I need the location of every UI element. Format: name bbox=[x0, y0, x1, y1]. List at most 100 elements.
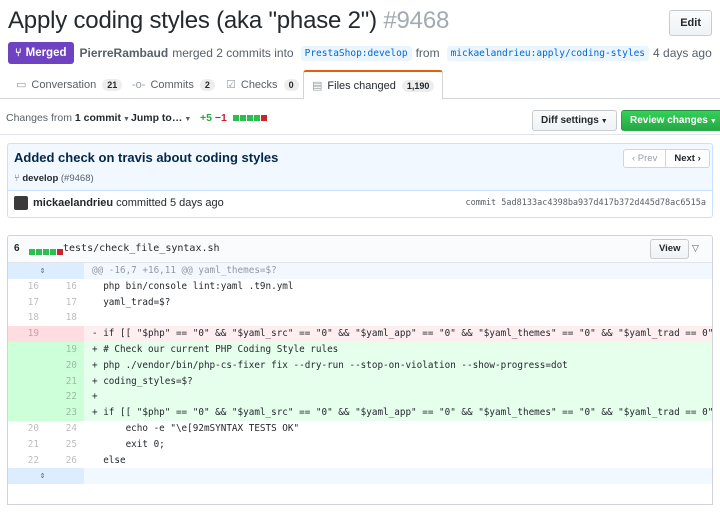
tab-label: Conversation bbox=[31, 78, 97, 91]
deletions-count: −1 bbox=[214, 112, 227, 124]
merged-text: merged 2 commits into bbox=[172, 46, 294, 60]
author-link[interactable]: PierreRambaud bbox=[80, 46, 169, 60]
old-line-number[interactable] bbox=[8, 357, 46, 374]
tab-commits[interactable]: -o- Commits 2 bbox=[124, 70, 223, 99]
old-line-number[interactable]: 20 bbox=[8, 421, 46, 437]
avatar[interactable] bbox=[14, 196, 28, 210]
diff-settings-button[interactable]: Diff settings ▼ bbox=[532, 110, 617, 131]
tab-counter: 1,190 bbox=[401, 79, 435, 92]
commit-pager: ‹ Prev Next › bbox=[623, 149, 710, 168]
commit-sha[interactable]: commit 5ad8133ac4398ba937d417b372d445d78… bbox=[465, 198, 706, 208]
old-line-number[interactable]: 21 bbox=[8, 437, 46, 453]
old-line-number[interactable]: 16 bbox=[8, 279, 46, 295]
diff-line: 21 25 exit 0; bbox=[8, 437, 712, 453]
new-line-number[interactable]: 17 bbox=[46, 295, 84, 311]
tab-checks[interactable]: ☑ Checks 0 bbox=[218, 70, 307, 99]
edit-button[interactable]: Edit bbox=[669, 10, 712, 36]
new-line-number[interactable]: 16 bbox=[46, 279, 84, 295]
commit-title[interactable]: Added check on travis about coding style… bbox=[14, 150, 278, 165]
expand-icon[interactable]: ⇕ bbox=[8, 468, 84, 485]
changes-from-value: 1 commit bbox=[74, 112, 121, 124]
diff-hunk-row: ⇕ @@ -16,7 +16,11 @@ yaml_themes=$? bbox=[8, 263, 712, 279]
tab-files-changed[interactable]: ▤ Files changed 1,190 bbox=[303, 70, 444, 100]
file-diff: 6 tests/check_file_syntax.sh View ▽ ⇕ @@ … bbox=[7, 235, 713, 505]
hunk-header: @@ -16,7 +16,11 @@ yaml_themes=$? bbox=[84, 263, 712, 279]
code-line: yaml_trad=$? bbox=[92, 296, 171, 308]
new-line-number[interactable]: 18 bbox=[46, 310, 84, 326]
file-path[interactable]: tests/check_file_syntax.sh bbox=[63, 243, 220, 254]
old-line-number[interactable]: 17 bbox=[8, 295, 46, 311]
next-button[interactable]: Next › bbox=[666, 149, 710, 168]
code-line: php bin/console lint:yaml .t9n.yml bbox=[92, 280, 294, 292]
code-line: exit 0; bbox=[92, 438, 165, 450]
code-line: echo -e "\e[92mSYNTAX TESTS OK" bbox=[92, 422, 300, 434]
diff-line: 21 + coding_styles=$? bbox=[8, 373, 712, 390]
pr-title-text: Apply coding styles (aka "phase 2") bbox=[8, 7, 377, 34]
old-line-number[interactable] bbox=[8, 405, 46, 421]
view-file-button[interactable]: View bbox=[650, 239, 690, 259]
commit-author-name[interactable]: mickaelandrieu bbox=[33, 197, 113, 209]
tab-label: Commits bbox=[150, 78, 194, 91]
commit-author: mickaelandrieu committed 5 days ago bbox=[33, 197, 224, 209]
base-branch[interactable]: PrestaShop:develop bbox=[300, 45, 412, 61]
diff-line: 23 + if [[ "$php" == "0" && "$yaml_src" =… bbox=[8, 405, 712, 421]
code-line: + bbox=[84, 389, 712, 406]
new-line-number[interactable] bbox=[46, 326, 84, 342]
old-line-number[interactable] bbox=[8, 389, 46, 406]
diff-line: 19 + # Check our current PHP Coding Style… bbox=[8, 341, 712, 358]
new-line-number[interactable]: 20 bbox=[46, 357, 84, 374]
code-line: + # Check our current PHP Coding Style r… bbox=[84, 341, 712, 358]
old-line-number[interactable] bbox=[8, 341, 46, 358]
merged-time: 4 days ago bbox=[653, 46, 712, 60]
old-line-number[interactable] bbox=[8, 373, 46, 390]
comment-icon: ▭ bbox=[16, 79, 27, 91]
file-diff-icon: ▤ bbox=[312, 80, 323, 92]
pr-header: Apply coding styles (aka "phase 2") #946… bbox=[8, 6, 712, 66]
diff-line: 18 18 bbox=[8, 310, 712, 326]
diff-line: 16 16 php bin/console lint:yaml .t9n.yml bbox=[8, 279, 712, 295]
file-header: 6 tests/check_file_syntax.sh View ▽ bbox=[8, 236, 712, 263]
old-line-number[interactable]: 18 bbox=[8, 310, 46, 326]
checklist-icon: ☑ bbox=[226, 79, 236, 91]
new-line-number[interactable]: 26 bbox=[46, 453, 84, 469]
toolbar-diffstat: +5 −1 bbox=[200, 112, 268, 124]
diff-line: 19 - if [[ "$php" == "0" && "$yaml_src" =… bbox=[8, 326, 712, 342]
tab-counter: 0 bbox=[283, 78, 299, 91]
prev-button[interactable]: ‹ Prev bbox=[623, 149, 667, 168]
tab-label: Files changed bbox=[327, 79, 396, 92]
review-changes-button[interactable]: Review changes ▼ bbox=[621, 110, 720, 131]
commit-branch: ⑂ develop (#9468) bbox=[14, 173, 94, 184]
diff-hunk-row: ⇕ bbox=[8, 468, 712, 485]
new-line-number[interactable]: 25 bbox=[46, 437, 84, 453]
old-line-number[interactable]: 22 bbox=[8, 453, 46, 469]
head-branch[interactable]: mickaelandrieu:apply/coding-styles bbox=[446, 45, 650, 61]
jump-to-dropdown[interactable]: Jump to… ▼ bbox=[131, 112, 191, 124]
old-line-number[interactable]: 19 bbox=[8, 326, 46, 342]
commit-branch-name[interactable]: develop bbox=[22, 173, 58, 184]
diff-line: 22 + bbox=[8, 389, 712, 406]
tab-conversation[interactable]: ▭ Conversation 21 bbox=[8, 70, 130, 99]
diff-settings-label: Diff settings bbox=[541, 115, 599, 126]
expand-icon[interactable]: ⇕ bbox=[8, 263, 84, 279]
tab-counter: 21 bbox=[102, 78, 123, 91]
commit-meta: mickaelandrieu committed 5 days ago comm… bbox=[7, 190, 713, 218]
commit-icon: -o- bbox=[132, 78, 146, 91]
diff-line: 20 24 echo -e "\e[92mSYNTAX TESTS OK" bbox=[8, 421, 712, 437]
changes-from-prefix: Changes from bbox=[6, 112, 72, 124]
hunk-header bbox=[84, 468, 712, 485]
commit-pr-ref[interactable]: (#9468) bbox=[61, 173, 94, 184]
changes-from-dropdown[interactable]: Changes from 1 commit ▼ bbox=[6, 112, 130, 124]
new-line-number[interactable]: 23 bbox=[46, 405, 84, 421]
new-line-number[interactable]: 19 bbox=[46, 341, 84, 358]
diff-line: 22 26 else bbox=[8, 453, 712, 469]
additions-count: +5 bbox=[200, 112, 212, 124]
code-line: - if [[ "$php" == "0" && "$yaml_src" == … bbox=[84, 326, 712, 342]
file-change-count: 6 bbox=[14, 243, 20, 254]
diff-line: 17 17 yaml_trad=$? bbox=[8, 295, 712, 311]
status-badge: ⑂ Merged bbox=[8, 42, 74, 64]
merge-icon: ⑂ bbox=[15, 47, 22, 59]
chevron-down-icon[interactable]: ▽ bbox=[692, 243, 699, 254]
new-line-number[interactable]: 21 bbox=[46, 373, 84, 390]
new-line-number[interactable]: 24 bbox=[46, 421, 84, 437]
new-line-number[interactable]: 22 bbox=[46, 389, 84, 406]
